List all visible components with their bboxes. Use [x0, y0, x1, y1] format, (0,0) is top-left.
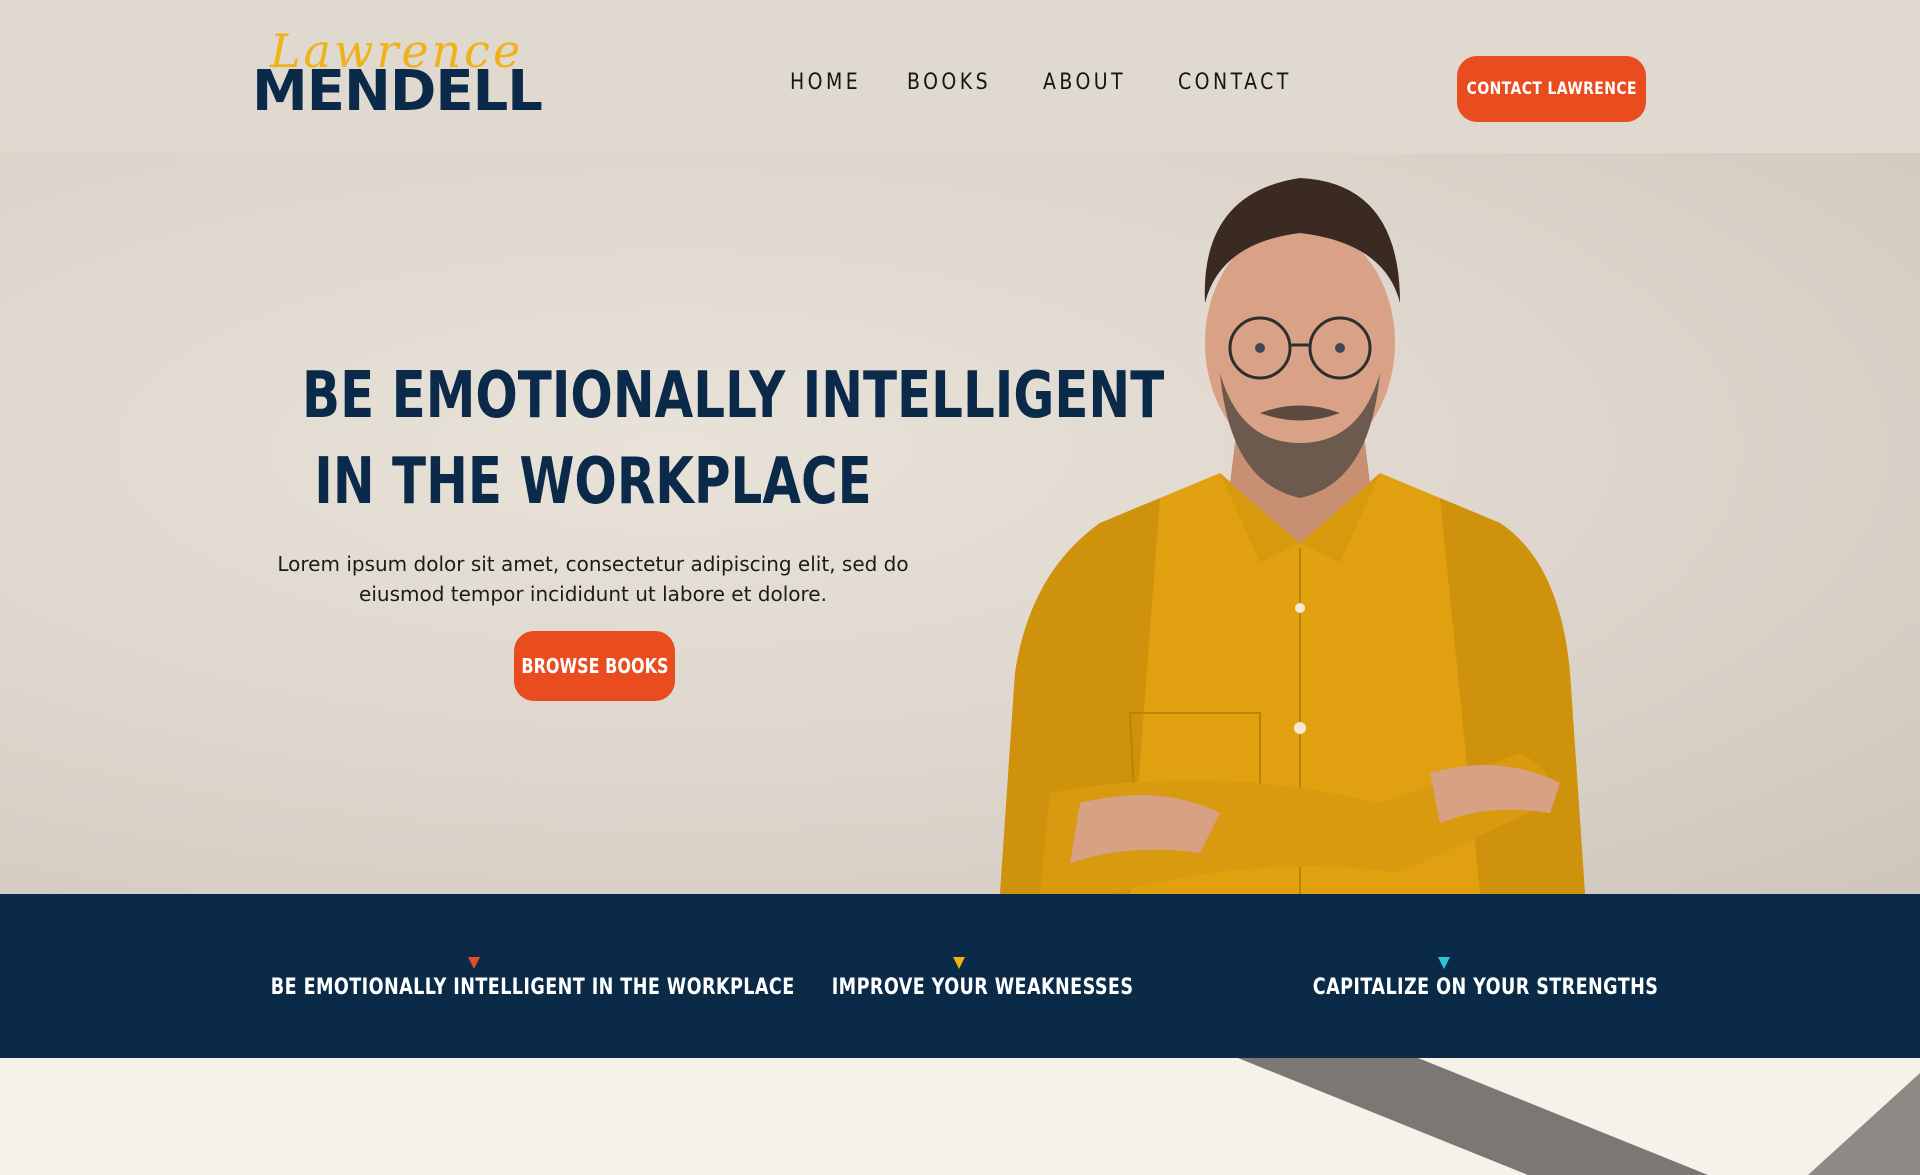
triangle-marker-icon — [468, 957, 480, 969]
logo-main-text: MENDELL — [252, 59, 543, 124]
next-section — [0, 1058, 1920, 1175]
main-nav: HOME BOOKS ABOUT CONTACT — [790, 70, 1310, 95]
hero-title: BE EMOTIONALLY INTELLIGENT IN THE WORKPL… — [302, 353, 1165, 525]
triangle-marker-icon — [952, 957, 965, 969]
decorative-stripes — [1238, 1058, 1920, 1175]
feature-item: IMPROVE YOUR WEAKNESSES — [800, 957, 1134, 1000]
feature-item: BE EMOTIONALLY INTELLIGENT IN THE WORKPL… — [220, 957, 795, 1000]
nav-books[interactable]: BOOKS — [907, 70, 991, 95]
feature-label: IMPROVE YOUR WEAKNESSES — [831, 975, 1134, 1000]
browse-books-button[interactable]: BROWSE BOOKS — [514, 631, 675, 701]
browse-button-label: BROWSE BOOKS — [520, 654, 669, 678]
hero-title-line-1: BE EMOTIONALLY INTELLIGENT — [302, 359, 1165, 433]
feature-label: CAPITALIZE ON YOUR STRENGTHS — [1312, 975, 1659, 1000]
features-band: BE EMOTIONALLY INTELLIGENT IN THE WORKPL… — [0, 894, 1920, 1058]
author-portrait-image — [1000, 178, 1585, 894]
site-header: Lawrence MENDELL HOME BOOKS ABOUT CONTAC… — [0, 0, 1920, 153]
nav-home[interactable]: HOME — [790, 70, 861, 95]
nav-about[interactable]: ABOUT — [1043, 70, 1126, 95]
site-logo[interactable]: Lawrence MENDELL — [252, 24, 543, 122]
feature-item: CAPITALIZE ON YOUR STRENGTHS — [1280, 957, 1659, 1000]
hero-description: Lorem ipsum dolor sit amet, consectetur … — [277, 552, 909, 606]
feature-label: BE EMOTIONALLY INTELLIGENT IN THE WORKPL… — [270, 975, 795, 1000]
hero-section: BE EMOTIONALLY INTELLIGENT IN THE WORKPL… — [0, 153, 1920, 894]
contact-lawrence-button[interactable]: CONTACT LAWRENCE — [1457, 56, 1646, 122]
nav-contact[interactable]: CONTACT — [1178, 70, 1292, 95]
contact-button-label: CONTACT LAWRENCE — [1466, 79, 1637, 99]
hero-title-line-2: IN THE WORKPLACE — [314, 445, 872, 519]
triangle-marker-icon — [1438, 957, 1450, 969]
